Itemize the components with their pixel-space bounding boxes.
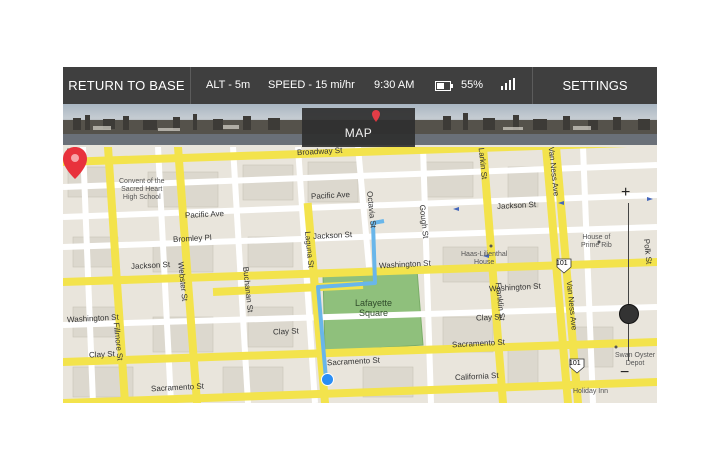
current-location-dot <box>321 373 334 386</box>
poi-label: Holiday Inn <box>573 388 609 395</box>
signal-bar <box>501 86 503 90</box>
battery-icon <box>435 81 453 91</box>
settings-button[interactable]: SETTINGS <box>533 67 657 104</box>
return-to-base-button[interactable]: RETURN TO BASE <box>63 67 190 104</box>
street-label: Clay St <box>272 326 300 337</box>
poi-label: House of Prime Rib <box>581 234 612 249</box>
app-window: RETURN TO BASE ALT - 5m SPEED - 15 mi/hr… <box>63 67 657 403</box>
signal-bar <box>505 83 507 90</box>
battery-fill <box>437 83 444 89</box>
park-label: Lafayette Square <box>355 298 393 318</box>
altitude-readout: ALT - 5m <box>206 79 251 91</box>
destination-pin-icon[interactable] <box>63 147 87 179</box>
speed-readout: SPEED - 15 mi/hr <box>268 79 355 91</box>
signal-icon <box>501 78 515 90</box>
street-map[interactable]: Broadway St Pacific Ave Pacific Ave Jack… <box>63 147 657 403</box>
location-marker-icon <box>372 110 380 122</box>
signal-bar <box>509 80 511 90</box>
street-label: Clay St <box>88 349 116 360</box>
battery-nub <box>451 84 453 88</box>
zoom-track <box>628 203 629 361</box>
zoom-slider-handle[interactable] <box>619 304 639 324</box>
battery-percent: 55% <box>461 79 484 91</box>
highway-shield: 101 <box>556 260 568 267</box>
map-tab[interactable]: MAP <box>302 108 415 147</box>
zoom-in-button[interactable]: + <box>621 185 630 201</box>
divider <box>190 67 191 104</box>
poi-label: Convent of the Sacred Heart High School <box>119 178 165 201</box>
poi-label: Haas-Lilienthal House <box>461 251 508 266</box>
top-bar: RETURN TO BASE ALT - 5m SPEED - 15 mi/hr… <box>63 67 657 104</box>
map-tab-label: MAP <box>344 126 373 140</box>
time-readout: 9:30 AM <box>374 79 415 91</box>
zoom-out-button[interactable]: − <box>620 365 629 381</box>
highway-shield: 101 <box>569 360 581 367</box>
signal-bar <box>513 78 515 90</box>
